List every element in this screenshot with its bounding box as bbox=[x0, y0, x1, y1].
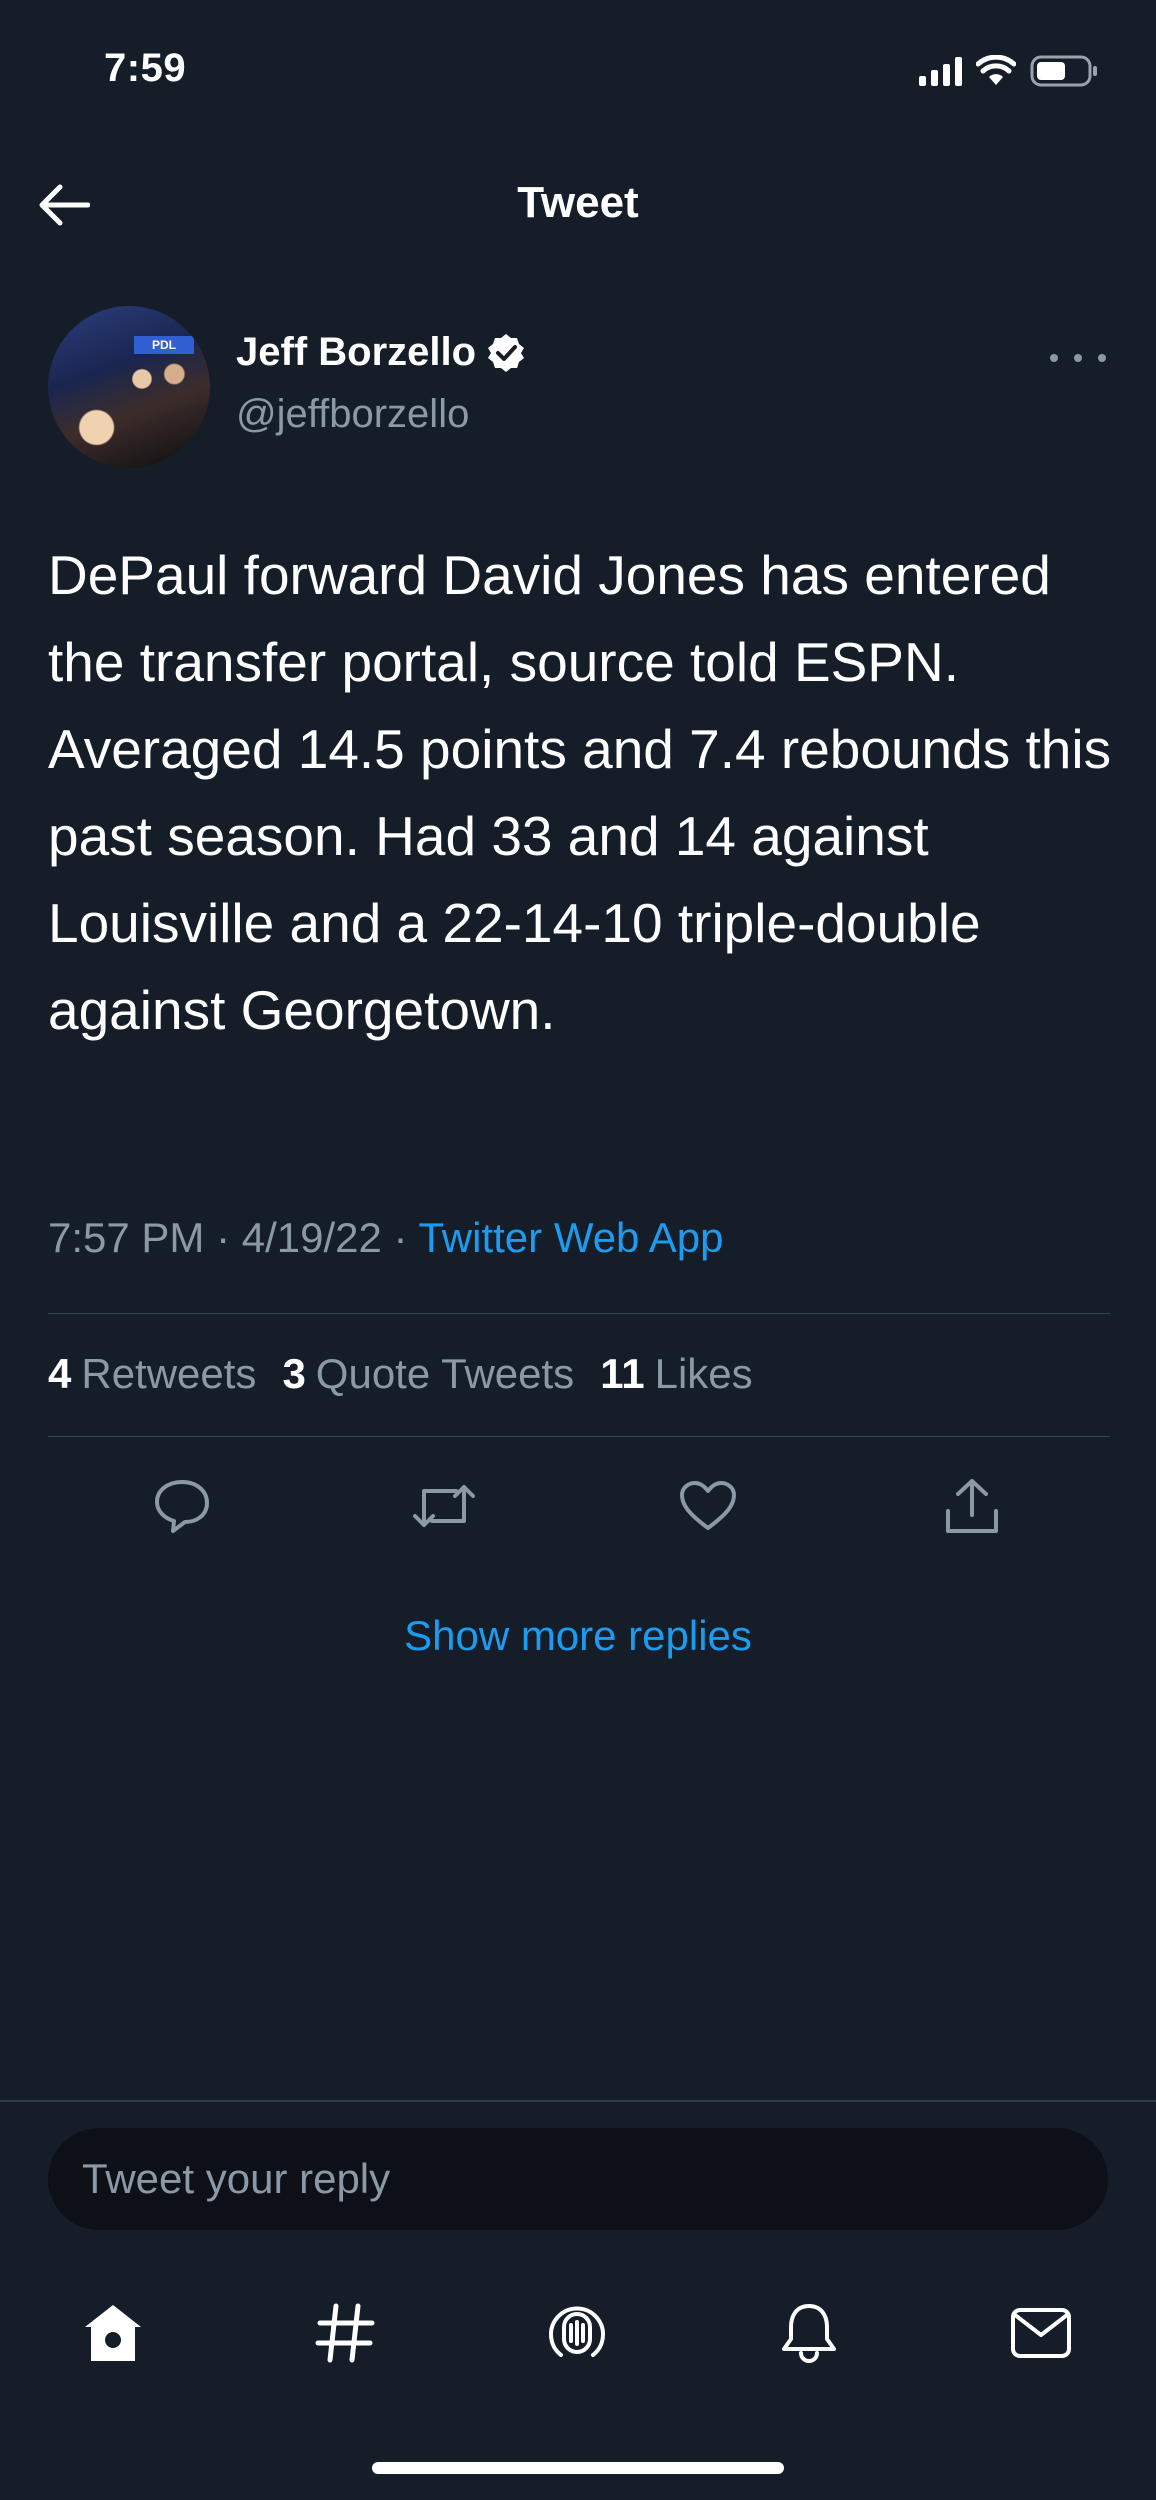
likes-count: 11 bbox=[600, 1350, 645, 1397]
tweet-text: DePaul forward David Jones has entered t… bbox=[48, 544, 1112, 1041]
tweet-source-link[interactable]: Twitter Web App bbox=[418, 1214, 723, 1261]
author-name[interactable]: Jeff Borzello bbox=[236, 330, 526, 375]
tab-home[interactable] bbox=[68, 2288, 158, 2378]
avatar[interactable]: PDL bbox=[48, 306, 210, 468]
more-dot-icon bbox=[1074, 354, 1082, 362]
status-time: 7:59 bbox=[104, 46, 187, 90]
retweet-icon bbox=[413, 1485, 475, 1527]
meta-separator: · bbox=[381, 1214, 419, 1261]
messages-envelope-icon bbox=[1011, 2308, 1071, 2358]
author-handle[interactable]: @jeffborzello bbox=[236, 392, 469, 437]
battery-icon bbox=[1030, 55, 1097, 87]
spaces-icon bbox=[549, 2306, 605, 2357]
retweets-label: Retweets bbox=[81, 1350, 257, 1397]
signal-icon bbox=[919, 56, 962, 86]
reply-bar-divider bbox=[0, 2100, 1156, 2102]
page-title: Tweet bbox=[517, 178, 639, 227]
quotes-count: 3 bbox=[282, 1350, 306, 1397]
tweet-meta: 7:57 PM · 4/19/22 · Twitter Web App bbox=[48, 1214, 724, 1262]
reply-button[interactable] bbox=[142, 1466, 222, 1546]
retweet-button[interactable] bbox=[404, 1466, 484, 1546]
tweet-date: 4/19/22 bbox=[241, 1214, 382, 1261]
reply-input[interactable] bbox=[48, 2128, 1108, 2230]
divider bbox=[48, 1313, 1110, 1314]
more-dot-icon bbox=[1050, 354, 1058, 362]
tweet-time: 7:57 PM bbox=[48, 1214, 205, 1261]
explore-hashtag-icon bbox=[315, 2303, 375, 2363]
home-icon bbox=[85, 2305, 141, 2361]
like-icon bbox=[680, 1481, 736, 1530]
reply-icon bbox=[155, 1480, 209, 1533]
avatar-banner: PDL bbox=[134, 336, 194, 354]
more-options-button[interactable] bbox=[1050, 340, 1106, 376]
home-indicator[interactable] bbox=[372, 2462, 784, 2474]
divider bbox=[48, 1436, 1110, 1437]
like-button[interactable] bbox=[668, 1466, 748, 1546]
likes-label: Likes bbox=[654, 1350, 753, 1397]
more-dot-icon bbox=[1098, 354, 1106, 362]
quote-tweets-stat[interactable]: 3 Quote Tweets bbox=[282, 1350, 574, 1398]
status-icons bbox=[919, 54, 1100, 88]
retweets-stat[interactable]: 4 Retweets bbox=[48, 1350, 256, 1398]
meta-separator: · bbox=[204, 1214, 242, 1261]
likes-stat[interactable]: 11 Likes bbox=[600, 1350, 752, 1398]
tweet-stats: 4 Retweets 3 Quote Tweets 11 Likes bbox=[48, 1350, 753, 1398]
share-button[interactable] bbox=[932, 1466, 1012, 1546]
tab-notifications[interactable] bbox=[764, 2288, 854, 2378]
verified-badge-icon bbox=[488, 333, 525, 372]
show-more-replies-link[interactable]: Show more replies bbox=[0, 1612, 1156, 1660]
notifications-bell-icon bbox=[782, 2304, 836, 2364]
tab-explore[interactable] bbox=[300, 2288, 390, 2378]
wifi-icon bbox=[976, 55, 1016, 85]
retweets-count: 4 bbox=[48, 1350, 72, 1397]
author-name-text: Jeff Borzello bbox=[236, 330, 477, 374]
share-icon bbox=[946, 1479, 998, 1533]
quotes-label: Quote Tweets bbox=[315, 1350, 575, 1397]
tab-spaces[interactable] bbox=[532, 2288, 622, 2378]
tab-messages[interactable] bbox=[996, 2288, 1086, 2378]
